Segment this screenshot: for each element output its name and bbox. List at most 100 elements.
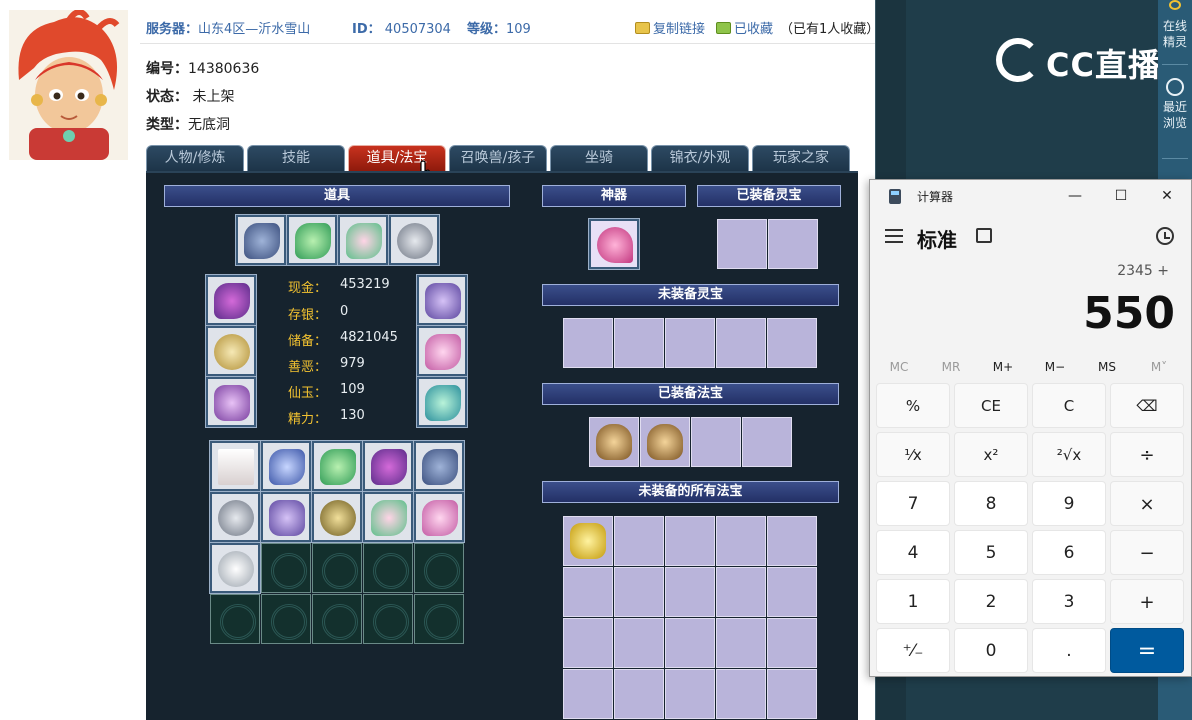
inventory-slot[interactable] — [209, 440, 261, 492]
online-sprite-button[interactable]: 在线精灵 — [1158, 0, 1192, 50]
percent-key[interactable]: % — [876, 383, 950, 428]
magic-slot[interactable] — [742, 417, 792, 467]
magic-slot[interactable] — [767, 669, 817, 719]
magic-slot[interactable] — [767, 618, 817, 668]
inventory-slot-empty[interactable] — [261, 543, 311, 593]
magic-slot[interactable] — [767, 516, 817, 566]
tab-mounts[interactable]: 坐骑 — [550, 145, 648, 171]
magic-slot[interactable] — [716, 669, 766, 719]
equip-slot-lotus[interactable] — [337, 214, 389, 266]
magic-slot[interactable] — [563, 669, 613, 719]
tab-appearance[interactable]: 锦衣/外观 — [651, 145, 749, 171]
clear-entry-key[interactable]: CE — [954, 383, 1028, 428]
minimize-button[interactable]: — — [1052, 180, 1098, 212]
inventory-slot[interactable] — [362, 440, 414, 492]
digit-1-key[interactable]: 1 — [876, 579, 950, 624]
magic-slot[interactable] — [640, 417, 690, 467]
digit-2-key[interactable]: 2 — [954, 579, 1028, 624]
equip-slot-whip[interactable] — [205, 325, 257, 377]
decimal-key[interactable]: . — [1032, 628, 1106, 673]
magic-slot[interactable] — [665, 567, 715, 617]
magic-slot[interactable] — [614, 618, 664, 668]
inventory-slot-empty[interactable] — [414, 543, 464, 593]
tab-summons[interactable]: 召唤兽/孩子 — [449, 145, 547, 171]
magic-slot[interactable] — [665, 516, 715, 566]
magic-slot[interactable] — [563, 567, 613, 617]
digit-6-key[interactable]: 6 — [1032, 530, 1106, 575]
equip-slot-dress[interactable] — [416, 325, 468, 377]
artifact-slot[interactable] — [588, 218, 640, 270]
inventory-slot-empty[interactable] — [414, 594, 464, 644]
digit-5-key[interactable]: 5 — [954, 530, 1028, 575]
digit-7-key[interactable]: 7 — [876, 481, 950, 526]
reciprocal-key[interactable]: ¹⁄x — [876, 432, 950, 477]
memory-recall-button[interactable]: MR — [925, 355, 977, 379]
tab-character[interactable]: 人物/修炼 — [146, 145, 244, 171]
inventory-slot-empty[interactable] — [312, 594, 362, 644]
memory-add-button[interactable]: M+ — [977, 355, 1029, 379]
add-key[interactable]: + — [1110, 579, 1184, 624]
inventory-slot[interactable] — [413, 491, 465, 543]
recent-browse-button[interactable]: 最近浏览 — [1158, 78, 1192, 131]
favorite-button[interactable]: 已收藏 — [716, 18, 773, 37]
magic-slot[interactable] — [767, 567, 817, 617]
inventory-slot-empty[interactable] — [261, 594, 311, 644]
hamburger-menu-icon[interactable] — [885, 229, 903, 243]
digit-9-key[interactable]: 9 — [1032, 481, 1106, 526]
equip-slot-ring[interactable] — [388, 214, 440, 266]
inventory-slot-empty[interactable] — [363, 594, 413, 644]
maximize-button[interactable]: ☐ — [1098, 180, 1144, 212]
digit-8-key[interactable]: 8 — [954, 481, 1028, 526]
magic-slot[interactable] — [614, 516, 664, 566]
spirit-slot[interactable] — [716, 318, 766, 368]
memory-list-button[interactable]: M˅ — [1133, 355, 1185, 379]
magic-slot[interactable] — [614, 669, 664, 719]
magic-slot[interactable] — [716, 618, 766, 668]
spirit-slot[interactable] — [614, 318, 664, 368]
keep-on-top-icon[interactable] — [976, 228, 992, 243]
magic-slot[interactable] — [563, 618, 613, 668]
spirit-slot[interactable] — [665, 318, 715, 368]
square-key[interactable]: x² — [954, 432, 1028, 477]
clear-key[interactable]: C — [1032, 383, 1106, 428]
subtract-key[interactable]: − — [1110, 530, 1184, 575]
equip-slot-charm[interactable] — [416, 274, 468, 326]
spirit-slot[interactable] — [768, 219, 818, 269]
spirit-slot[interactable] — [717, 219, 767, 269]
digit-4-key[interactable]: 4 — [876, 530, 950, 575]
inventory-slot[interactable] — [311, 440, 363, 492]
magic-slot[interactable] — [563, 516, 613, 566]
magic-slot[interactable] — [589, 417, 639, 467]
inventory-slot-empty[interactable] — [363, 543, 413, 593]
magic-slot[interactable] — [665, 669, 715, 719]
inventory-slot[interactable] — [413, 440, 465, 492]
magic-slot[interactable] — [691, 417, 741, 467]
history-icon[interactable] — [1156, 227, 1174, 245]
inventory-slot[interactable] — [260, 440, 312, 492]
divide-key[interactable]: ÷ — [1110, 432, 1184, 477]
memory-clear-button[interactable]: MC — [873, 355, 925, 379]
digit-0-key[interactable]: 0 — [954, 628, 1028, 673]
inventory-slot[interactable] — [209, 491, 261, 543]
backspace-key[interactable]: ⌫ — [1110, 383, 1184, 428]
tab-player-home[interactable]: 玩家之家 — [752, 145, 850, 171]
inventory-slot[interactable] — [311, 491, 363, 543]
magic-slot[interactable] — [716, 567, 766, 617]
digit-3-key[interactable]: 3 — [1032, 579, 1106, 624]
copy-link-button[interactable]: 复制链接 — [635, 18, 705, 37]
spirit-slot[interactable] — [767, 318, 817, 368]
equip-slot-weapon[interactable] — [205, 274, 257, 326]
inventory-slot[interactable] — [209, 542, 261, 594]
negate-key[interactable]: ⁺⁄₋ — [876, 628, 950, 673]
inventory-slot[interactable] — [260, 491, 312, 543]
memory-store-button[interactable]: MS — [1081, 355, 1133, 379]
equip-slot-tassel[interactable] — [205, 376, 257, 428]
inventory-slot-empty[interactable] — [312, 543, 362, 593]
equals-key[interactable]: = — [1110, 628, 1184, 673]
multiply-key[interactable]: × — [1110, 481, 1184, 526]
magic-slot[interactable] — [614, 567, 664, 617]
equip-slot-necklace[interactable] — [286, 214, 338, 266]
equip-slot-boots[interactable] — [416, 376, 468, 428]
equip-slot-helmet[interactable] — [235, 214, 287, 266]
inventory-slot-empty[interactable] — [210, 594, 260, 644]
